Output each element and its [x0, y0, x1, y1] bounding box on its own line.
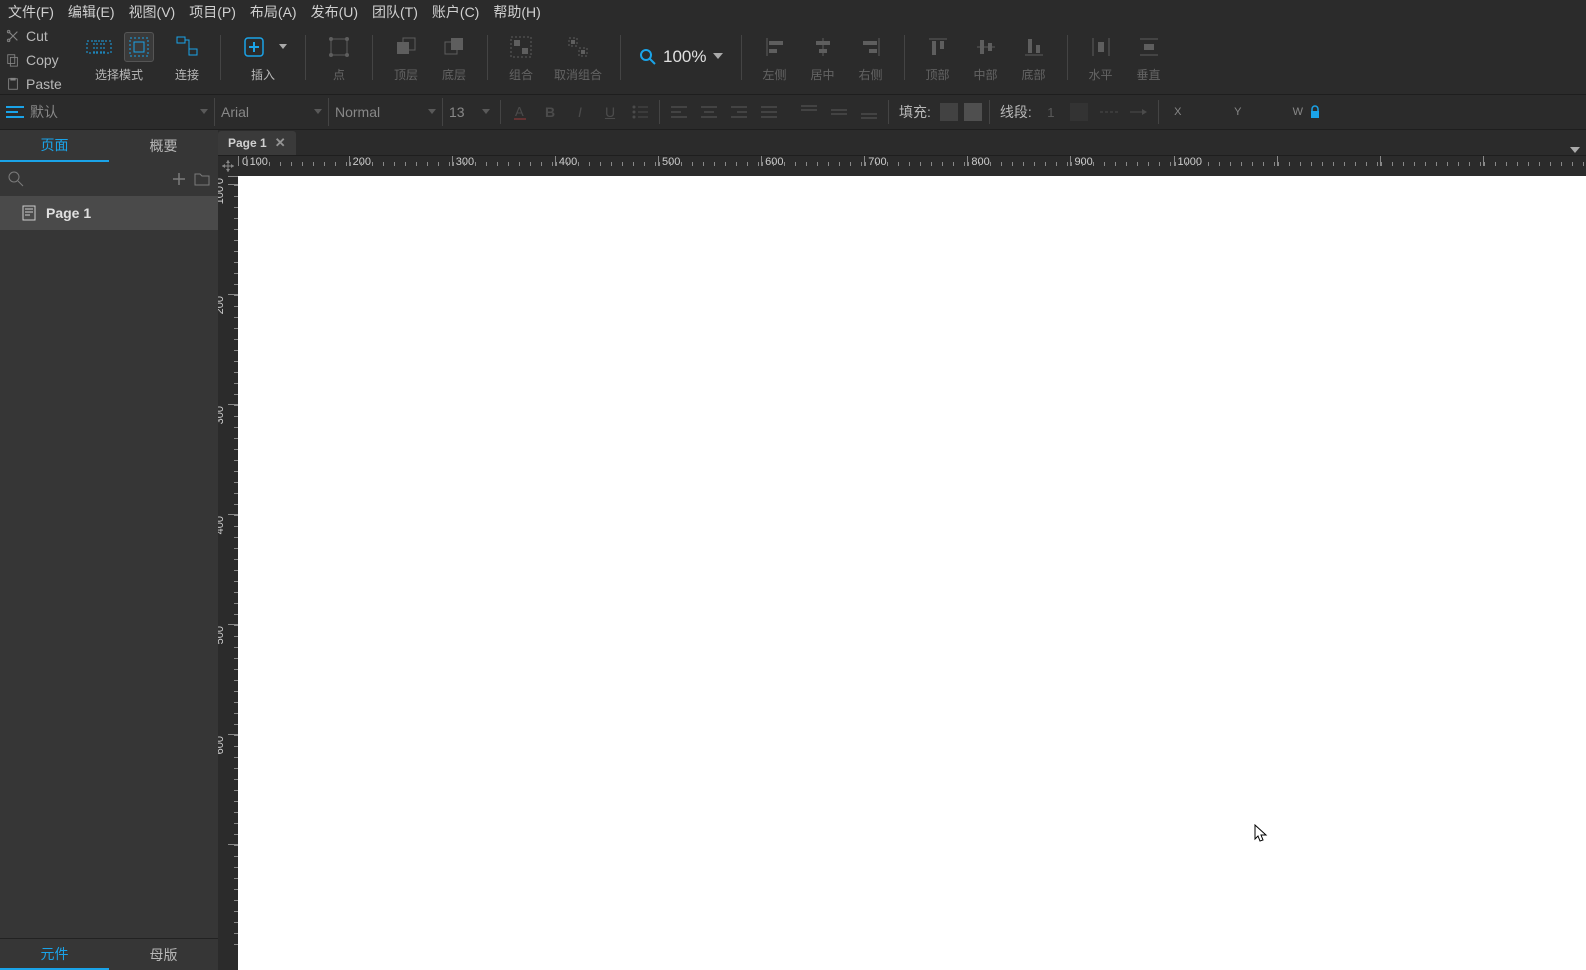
- menu-project[interactable]: 项目(P): [189, 2, 236, 22]
- chevron-down-icon: [200, 109, 208, 115]
- font-color-icon[interactable]: A: [505, 98, 535, 126]
- divider: [305, 35, 306, 80]
- ruler-vertical[interactable]: 0 100 200 300 400 500 600: [218, 176, 238, 970]
- italic-icon[interactable]: I: [565, 98, 595, 126]
- line-arrow-icon[interactable]: [1124, 98, 1154, 126]
- ruler-origin[interactable]: [218, 156, 238, 176]
- divider: [904, 35, 905, 80]
- bold-icon[interactable]: B: [535, 98, 565, 126]
- fill-label: 填充:: [899, 102, 931, 122]
- y-label: Y: [1231, 106, 1245, 118]
- bring-front-icon[interactable]: [391, 32, 421, 62]
- menu-team[interactable]: 团队(T): [372, 2, 418, 22]
- menu-layout[interactable]: 布局(A): [250, 2, 297, 22]
- scissors-icon: [6, 29, 20, 43]
- style-select[interactable]: 默认: [0, 98, 214, 126]
- fill-color-swatch[interactable]: [940, 103, 958, 121]
- x-label: X: [1171, 106, 1185, 118]
- zoom-value[interactable]: 100%: [663, 47, 706, 67]
- y-input[interactable]: [1249, 102, 1287, 122]
- select-contain-icon[interactable]: [124, 32, 154, 62]
- text-align-center-icon[interactable]: [694, 98, 724, 126]
- svg-text:A: A: [515, 104, 524, 119]
- close-icon[interactable]: ✕: [275, 135, 286, 151]
- insert-icon[interactable]: [239, 32, 269, 62]
- divider: [1067, 35, 1068, 80]
- insert-label: 插入: [251, 66, 275, 83]
- dist-vert-icon[interactable]: [1134, 32, 1164, 62]
- align-bottom-icon[interactable]: [1019, 32, 1049, 62]
- chevron-down-icon: [428, 109, 436, 115]
- align-left-icon[interactable]: [760, 32, 790, 62]
- valign-middle-icon[interactable]: [824, 98, 854, 126]
- align-top-icon[interactable]: [923, 32, 953, 62]
- paste-button[interactable]: Paste: [0, 72, 70, 96]
- x-input[interactable]: [1189, 102, 1227, 122]
- add-page-icon[interactable]: [172, 172, 186, 186]
- line-label: 线段:: [1000, 102, 1032, 122]
- folder-icon[interactable]: [194, 172, 210, 186]
- ungroup-icon[interactable]: [563, 32, 593, 62]
- zoom-icon[interactable]: [639, 48, 657, 66]
- copy-button[interactable]: Copy: [0, 48, 70, 72]
- line-color-icon[interactable]: [1064, 98, 1094, 126]
- page-icon: [22, 205, 36, 221]
- page-tab[interactable]: Page 1 ✕: [218, 131, 296, 155]
- lock-icon[interactable]: [1309, 105, 1321, 119]
- insert-dropdown-icon[interactable]: [279, 44, 287, 50]
- select-mode-label: 选择模式: [95, 66, 143, 83]
- menu-help[interactable]: 帮助(H): [493, 2, 540, 22]
- divider: [620, 35, 621, 80]
- fill-color2-swatch[interactable]: [964, 103, 982, 121]
- valign-bottom-icon[interactable]: [854, 98, 884, 126]
- tab-masters[interactable]: 母版: [109, 939, 218, 970]
- tab-pages[interactable]: 页面: [0, 130, 109, 162]
- menu-edit[interactable]: 编辑(E): [68, 2, 115, 22]
- style-icon: [6, 105, 24, 119]
- connect-label: 连接: [175, 66, 199, 83]
- line-width-input[interactable]: [1038, 105, 1064, 120]
- cut-button[interactable]: Cut: [0, 24, 70, 48]
- text-align-right-icon[interactable]: [724, 98, 754, 126]
- canvas[interactable]: [238, 176, 1586, 970]
- menu-view[interactable]: 视图(V): [129, 2, 176, 22]
- copy-icon: [6, 53, 20, 67]
- search-icon[interactable]: [8, 171, 24, 187]
- tab-outline[interactable]: 概要: [109, 130, 218, 162]
- tab-components[interactable]: 元件: [0, 939, 109, 970]
- paste-icon: [6, 77, 20, 91]
- font-select[interactable]: Arial: [214, 98, 328, 126]
- align-right-icon[interactable]: [856, 32, 886, 62]
- ruler-horizontal[interactable]: 0 100 200 300 400 500 600 700 800 900 10…: [238, 156, 1586, 176]
- divider: [741, 35, 742, 80]
- tab-dropdown-icon[interactable]: [1570, 147, 1580, 155]
- group-icon[interactable]: [506, 32, 536, 62]
- size-select[interactable]: 13: [442, 98, 496, 126]
- dist-horiz-icon[interactable]: [1086, 32, 1116, 62]
- select-intersect-icon[interactable]: [84, 32, 114, 62]
- chevron-down-icon: [482, 109, 490, 115]
- divider: [372, 35, 373, 80]
- menu-account[interactable]: 账户(C): [432, 2, 479, 22]
- zoom-dropdown-icon[interactable]: [713, 53, 723, 61]
- weight-select[interactable]: Normal: [328, 98, 442, 126]
- underline-icon[interactable]: U: [595, 98, 625, 126]
- menu-publish[interactable]: 发布(U): [311, 2, 358, 22]
- align-middle-icon[interactable]: [971, 32, 1001, 62]
- text-align-left-icon[interactable]: [664, 98, 694, 126]
- connect-icon[interactable]: [172, 32, 202, 62]
- page-item[interactable]: Page 1: [0, 196, 218, 230]
- chevron-down-icon: [314, 109, 322, 115]
- text-align-justify-icon[interactable]: [754, 98, 784, 126]
- w-label: W: [1291, 106, 1305, 118]
- point-icon[interactable]: [324, 32, 354, 62]
- line-style-icon[interactable]: [1094, 98, 1124, 126]
- valign-top-icon[interactable]: [794, 98, 824, 126]
- menu-file[interactable]: 文件(F): [8, 2, 54, 22]
- send-back-icon[interactable]: [439, 32, 469, 62]
- divider: [487, 35, 488, 80]
- divider: [220, 35, 221, 80]
- align-center-icon[interactable]: [808, 32, 838, 62]
- bullets-icon[interactable]: [625, 98, 655, 126]
